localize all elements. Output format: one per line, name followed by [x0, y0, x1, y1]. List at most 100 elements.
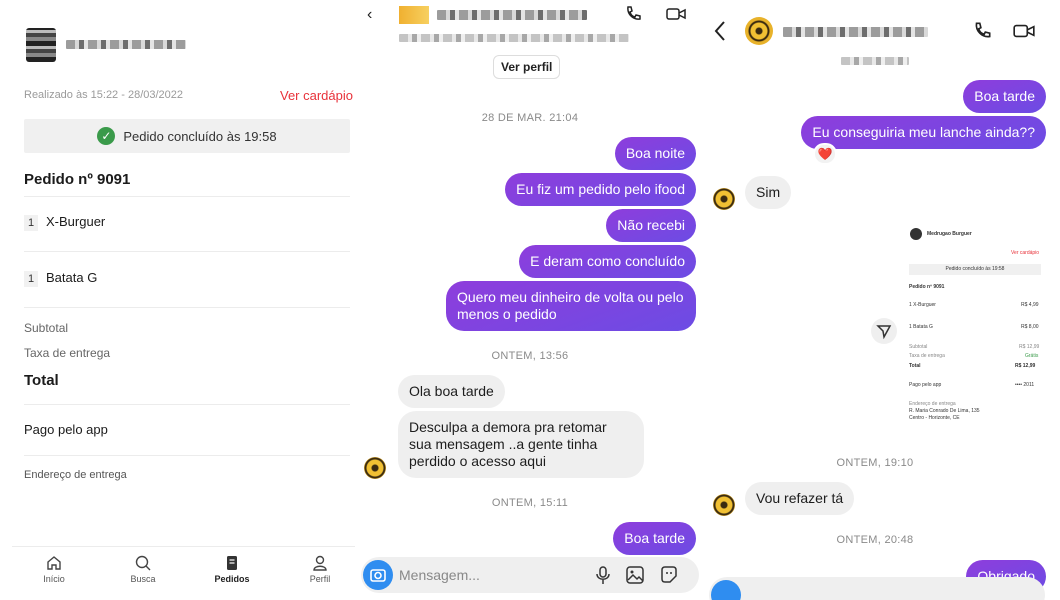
order-details-screen: Realizado às 15:22 - 28/03/2022 Ver card… — [0, 0, 355, 600]
contact-name-redacted — [437, 10, 587, 20]
preview-status-text: Pedido concluído às 19:58 — [945, 266, 1005, 272]
shared-screenshot[interactable]: Medrugao Burguer Ver cardápio Pedido con… — [905, 220, 1045, 440]
profile-icon — [313, 555, 327, 571]
delivery-fee-label: Taxa de entrega — [24, 346, 111, 360]
preview-payment-label: Pago pelo app — [909, 382, 942, 388]
timestamp: ONTEM, 20:48 — [836, 534, 914, 546]
divider — [24, 455, 350, 456]
nav-label: Início — [43, 574, 65, 584]
timestamp: 28 DE MAR. 21:04 — [481, 112, 579, 124]
divider — [24, 404, 350, 405]
store-avatar — [713, 494, 735, 516]
preview-item-price: R$ 8,00 — [1021, 324, 1039, 330]
nav-label: Pedidos — [214, 574, 250, 584]
heart-reaction[interactable]: ❤️ — [813, 143, 837, 165]
contact-avatar-redacted — [399, 6, 429, 24]
send-icon — [876, 325, 892, 340]
store-name-redacted — [66, 40, 186, 49]
subtotal-label: Subtotal — [24, 321, 69, 335]
preview-total-label: Total — [909, 363, 921, 369]
timestamp: ONTEM, 13:56 — [491, 350, 569, 362]
store-logo — [26, 28, 56, 62]
order-item: 1 X-Burguer — [24, 214, 105, 231]
store-avatar — [713, 188, 735, 210]
timestamp: ONTEM, 15:11 — [491, 497, 569, 509]
preview-item: 1 Batata G — [909, 324, 933, 330]
video-call-icon[interactable] — [1012, 20, 1036, 42]
order-item: 1 Batata G — [24, 270, 97, 287]
nav-label: Perfil — [309, 574, 331, 584]
divider — [24, 251, 350, 252]
order-title: Pedido nº 9091 — [24, 171, 131, 188]
phone-icon[interactable] — [623, 4, 643, 24]
preview-total: R$ 12,99 — [1015, 363, 1036, 369]
preview-store-name: Medrugao Burguer — [927, 231, 972, 237]
sticker-icon[interactable] — [659, 565, 679, 585]
divider — [24, 196, 350, 197]
preview-delivery: Grátis — [1025, 353, 1039, 359]
preview-payment-detail: •••• 2011 — [1015, 382, 1035, 388]
order-status-banner: ✓ Pedido concluído às 19:58 — [24, 119, 350, 153]
contact-name-redacted — [783, 27, 928, 37]
outgoing-message: Quero meu dinheiro de volta ou pelo meno… — [446, 281, 696, 331]
view-profile-button[interactable]: Ver perfil — [493, 55, 561, 79]
microphone-icon[interactable] — [595, 565, 611, 585]
incoming-message: Vou refazer tá — [745, 482, 855, 515]
address-label: Endereço de entrega — [24, 469, 127, 481]
divider — [24, 307, 350, 308]
gallery-icon[interactable] — [625, 565, 645, 585]
nav-label: Busca — [130, 574, 156, 584]
item-quantity: 1 — [24, 215, 38, 231]
share-button[interactable] — [871, 318, 897, 344]
item-name: Batata G — [46, 270, 98, 285]
outgoing-message: Eu conseguiria meu lanche ainda?? — [801, 116, 1046, 149]
contact-avatar — [745, 17, 773, 45]
nav-profile[interactable]: Perfil — [290, 554, 350, 584]
total-label: Total — [24, 372, 59, 389]
incoming-message: Ola boa tarde — [398, 375, 505, 408]
incoming-message: Sim — [745, 176, 792, 209]
preview-subtotal-label: Subtotal — [909, 344, 928, 350]
nav-search[interactable]: Busca — [113, 554, 173, 584]
back-icon[interactable] — [713, 20, 727, 42]
store-avatar — [364, 457, 386, 479]
chat-screen-1: ‹ Ver perfil 28 DE MAR. 21:04 Boa noite … — [355, 0, 705, 600]
preview-item-price: R$ 4,99 — [1021, 302, 1039, 308]
bottom-nav-divider — [12, 546, 355, 547]
home-icon — [47, 556, 61, 570]
outgoing-message: E deram como concluído — [519, 245, 696, 278]
phone-icon[interactable] — [971, 20, 993, 42]
order-meta: Realizado às 15:22 - 28/03/2022 — [24, 89, 184, 101]
preview-delivery-label: Taxa de entrega — [909, 353, 945, 359]
outgoing-message: Boa noite — [614, 137, 696, 170]
preview-address: Centro - Horizonte, CE — [909, 415, 960, 421]
camera-icon[interactable] — [363, 560, 393, 590]
preview-menu-link: Ver cardápio — [1011, 250, 1040, 256]
store-logo — [910, 228, 922, 240]
timestamp: ONTEM, 19:10 — [836, 457, 914, 469]
message-input[interactable]: Mensagem... — [399, 567, 480, 583]
nav-home[interactable]: Início — [24, 554, 84, 584]
incoming-message: Desculpa a demora pra retomar sua mensag… — [398, 411, 644, 478]
back-icon[interactable]: ‹ — [367, 6, 372, 24]
message-composer[interactable] — [709, 577, 1045, 600]
contact-info-redacted — [399, 34, 629, 42]
chat-screen-2: Boa tarde Eu conseguiria meu lanche aind… — [705, 0, 1060, 600]
message-composer[interactable]: Mensagem... — [361, 557, 699, 593]
video-call-icon[interactable] — [665, 4, 687, 24]
camera-icon[interactable] — [711, 580, 741, 600]
check-icon: ✓ — [97, 127, 116, 145]
preview-address-label: Endereço de entrega — [909, 401, 956, 407]
search-icon — [135, 555, 151, 571]
contact-status-redacted — [841, 57, 909, 65]
preview-item: 1 X-Burguer — [909, 302, 936, 308]
outgoing-message: Boa tarde — [613, 522, 696, 555]
item-name: X-Burguer — [46, 214, 106, 229]
preview-address: R. Maria Conrado De Lima, 135 — [909, 408, 980, 414]
order-status-text: Pedido concluído às 19:58 — [123, 128, 277, 144]
view-menu-link[interactable]: Ver cardápio — [280, 88, 353, 103]
preview-status: Pedido concluído às 19:58 — [909, 264, 1041, 275]
outgoing-message: Não recebi — [606, 209, 696, 242]
outgoing-message: Boa tarde — [963, 80, 1046, 113]
nav-orders[interactable]: Pedidos — [202, 554, 262, 584]
